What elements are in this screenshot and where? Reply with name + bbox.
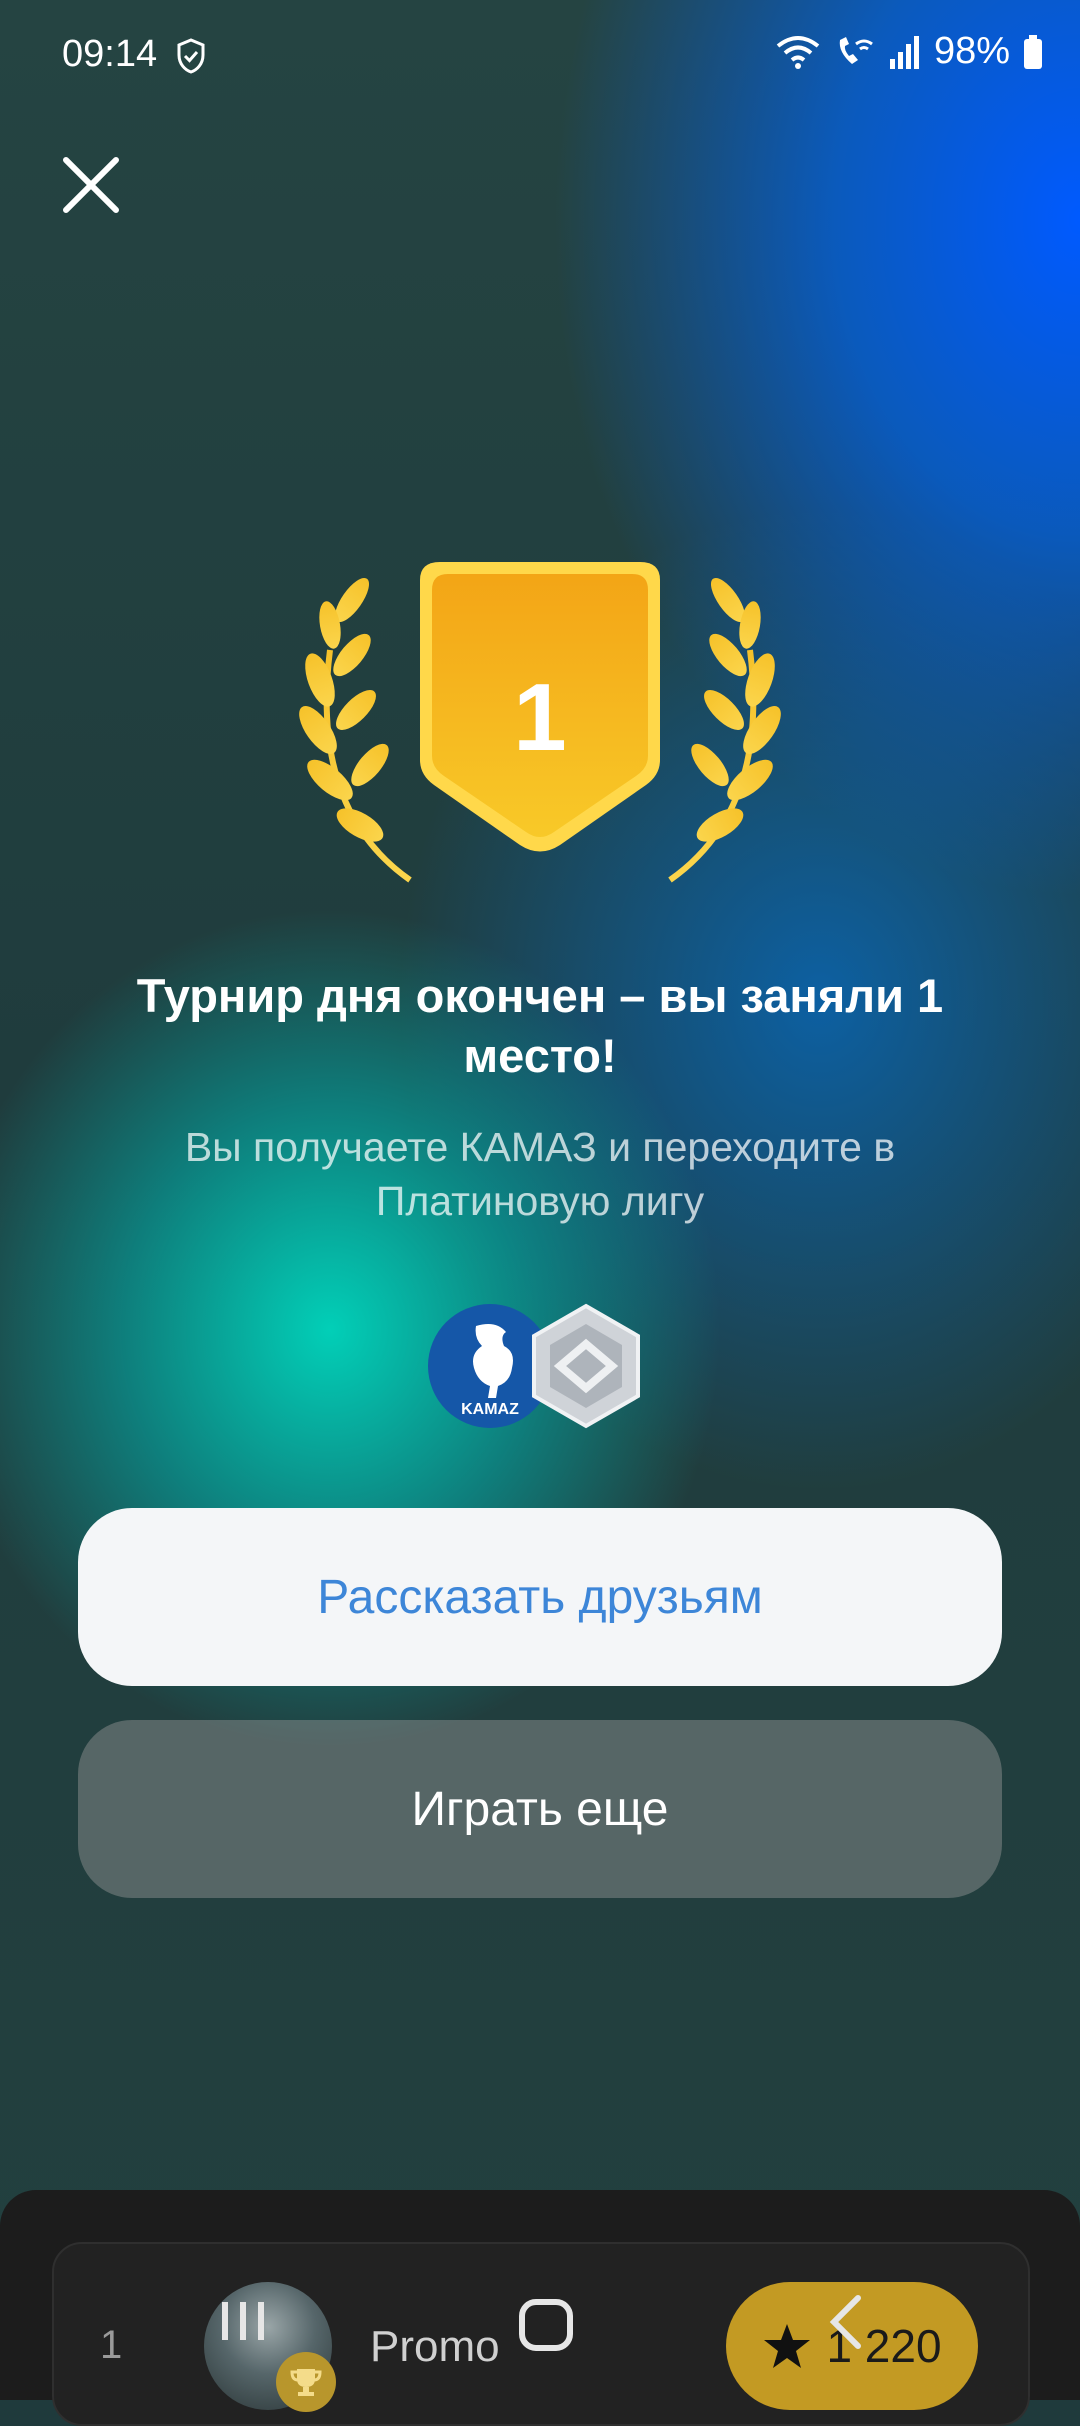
battery-percent: 98% xyxy=(933,30,1010,72)
cup-icon xyxy=(276,2352,336,2412)
reward-icons: KAMAZ xyxy=(428,1303,640,1429)
svg-text:KAMAZ: KAMAZ xyxy=(461,1401,519,1418)
battery-icon xyxy=(1024,34,1042,69)
wifi-call-icon xyxy=(839,36,873,64)
play-again-button-label: Играть еще xyxy=(411,1782,669,1836)
wifi-icon xyxy=(776,35,820,69)
result-subline: Вы получаете КАМАЗ и переходите в Платин… xyxy=(184,1124,896,1224)
player-name: Promo xyxy=(370,2322,500,2371)
star-icon xyxy=(764,2324,811,2368)
score-pill: 1 220 xyxy=(726,2282,978,2410)
score-value: 1 220 xyxy=(826,2320,942,2372)
platinum-league-icon xyxy=(532,1303,640,1429)
signal-icon xyxy=(889,35,919,69)
laurel-left-icon xyxy=(299,577,412,883)
trophy-badge: 1 xyxy=(299,562,781,883)
play-again-button[interactable]: Играть еще xyxy=(78,1720,1002,1898)
share-button-label: Рассказать друзьям xyxy=(317,1570,763,1624)
status-time: 09:14 xyxy=(62,33,158,75)
close-icon[interactable] xyxy=(58,152,124,218)
place-number: 1 xyxy=(513,664,566,771)
shield-icon xyxy=(177,38,205,74)
share-button[interactable]: Рассказать друзьям xyxy=(78,1508,1002,1686)
leaderboard-rank: 1 xyxy=(100,2323,123,2367)
status-icons: 98% xyxy=(776,30,1042,73)
laurel-right-icon xyxy=(668,577,781,883)
result-headline: Турнир дня окончен – вы заняли 1 место! xyxy=(136,969,944,1082)
status-bar: 09:14 98% xyxy=(0,0,1080,110)
